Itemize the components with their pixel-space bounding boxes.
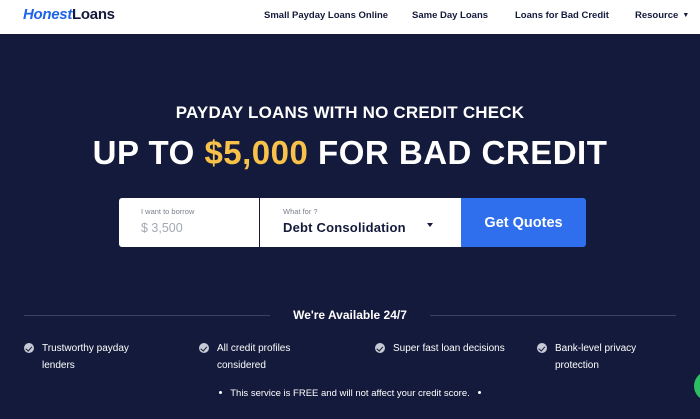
headline-amount: $5,000	[204, 134, 309, 171]
loan-purpose-value: Debt Consolidation	[283, 220, 406, 235]
check-circle-icon	[24, 343, 34, 353]
borrow-amount-input[interactable]: $ 3,500	[141, 221, 183, 235]
free-service-note: This service is FREE and will not affect…	[0, 388, 700, 399]
check-circle-icon	[375, 343, 385, 353]
caret-down-icon	[427, 223, 433, 227]
nav-loans-bad-credit[interactable]: Loans for Bad Credit	[515, 10, 609, 21]
nav-resource[interactable]: Resource ▼	[635, 10, 689, 21]
site-header: HonestLoans Small Payday Loans Online Sa…	[0, 0, 700, 34]
feature-text: All credit profiles considered	[217, 343, 291, 371]
loan-quote-form: I want to borrow $ 3,500 What for ? Debt…	[119, 198, 586, 247]
free-service-text: This service is FREE and will not affect…	[230, 388, 470, 399]
nav-same-day-loans[interactable]: Same Day Loans	[412, 10, 488, 21]
bullet-dot-icon	[477, 390, 481, 394]
feature-text: Trustworthy payday lenders	[42, 343, 129, 371]
borrow-amount-label: I want to borrow	[141, 207, 195, 216]
divider-right	[430, 315, 676, 316]
logo-part-loans: Loans	[72, 6, 115, 23]
headline-prefix: UP TO	[92, 134, 205, 171]
nav-small-payday-loans[interactable]: Small Payday Loans Online	[264, 10, 388, 21]
bullet-dot-icon	[219, 390, 223, 394]
feature-text: Bank-level privacy protection	[555, 343, 637, 371]
honestloans-logo[interactable]: HonestLoans	[23, 6, 115, 23]
hero-headline: UP TO $5,000 FOR BAD CREDIT	[0, 134, 700, 172]
hero-eyebrow: PAYDAY LOANS WITH NO CREDIT CHECK	[175, 103, 525, 122]
chevron-down-icon: ▼	[682, 12, 690, 19]
loan-purpose-select[interactable]: What for ? Debt Consolidation	[260, 198, 461, 247]
get-quotes-button[interactable]: Get Quotes	[461, 198, 586, 247]
loan-purpose-label: What for ?	[283, 207, 318, 216]
borrow-amount-field[interactable]: I want to borrow $ 3,500	[119, 198, 259, 247]
logo-part-honest: Honest	[23, 6, 73, 23]
check-circle-icon	[199, 343, 209, 353]
feature-text: Super fast loan decisions	[393, 343, 505, 354]
check-circle-icon	[537, 343, 547, 353]
headline-suffix: FOR BAD CREDIT	[308, 134, 608, 171]
nav-resource-label: Resource	[635, 10, 679, 21]
